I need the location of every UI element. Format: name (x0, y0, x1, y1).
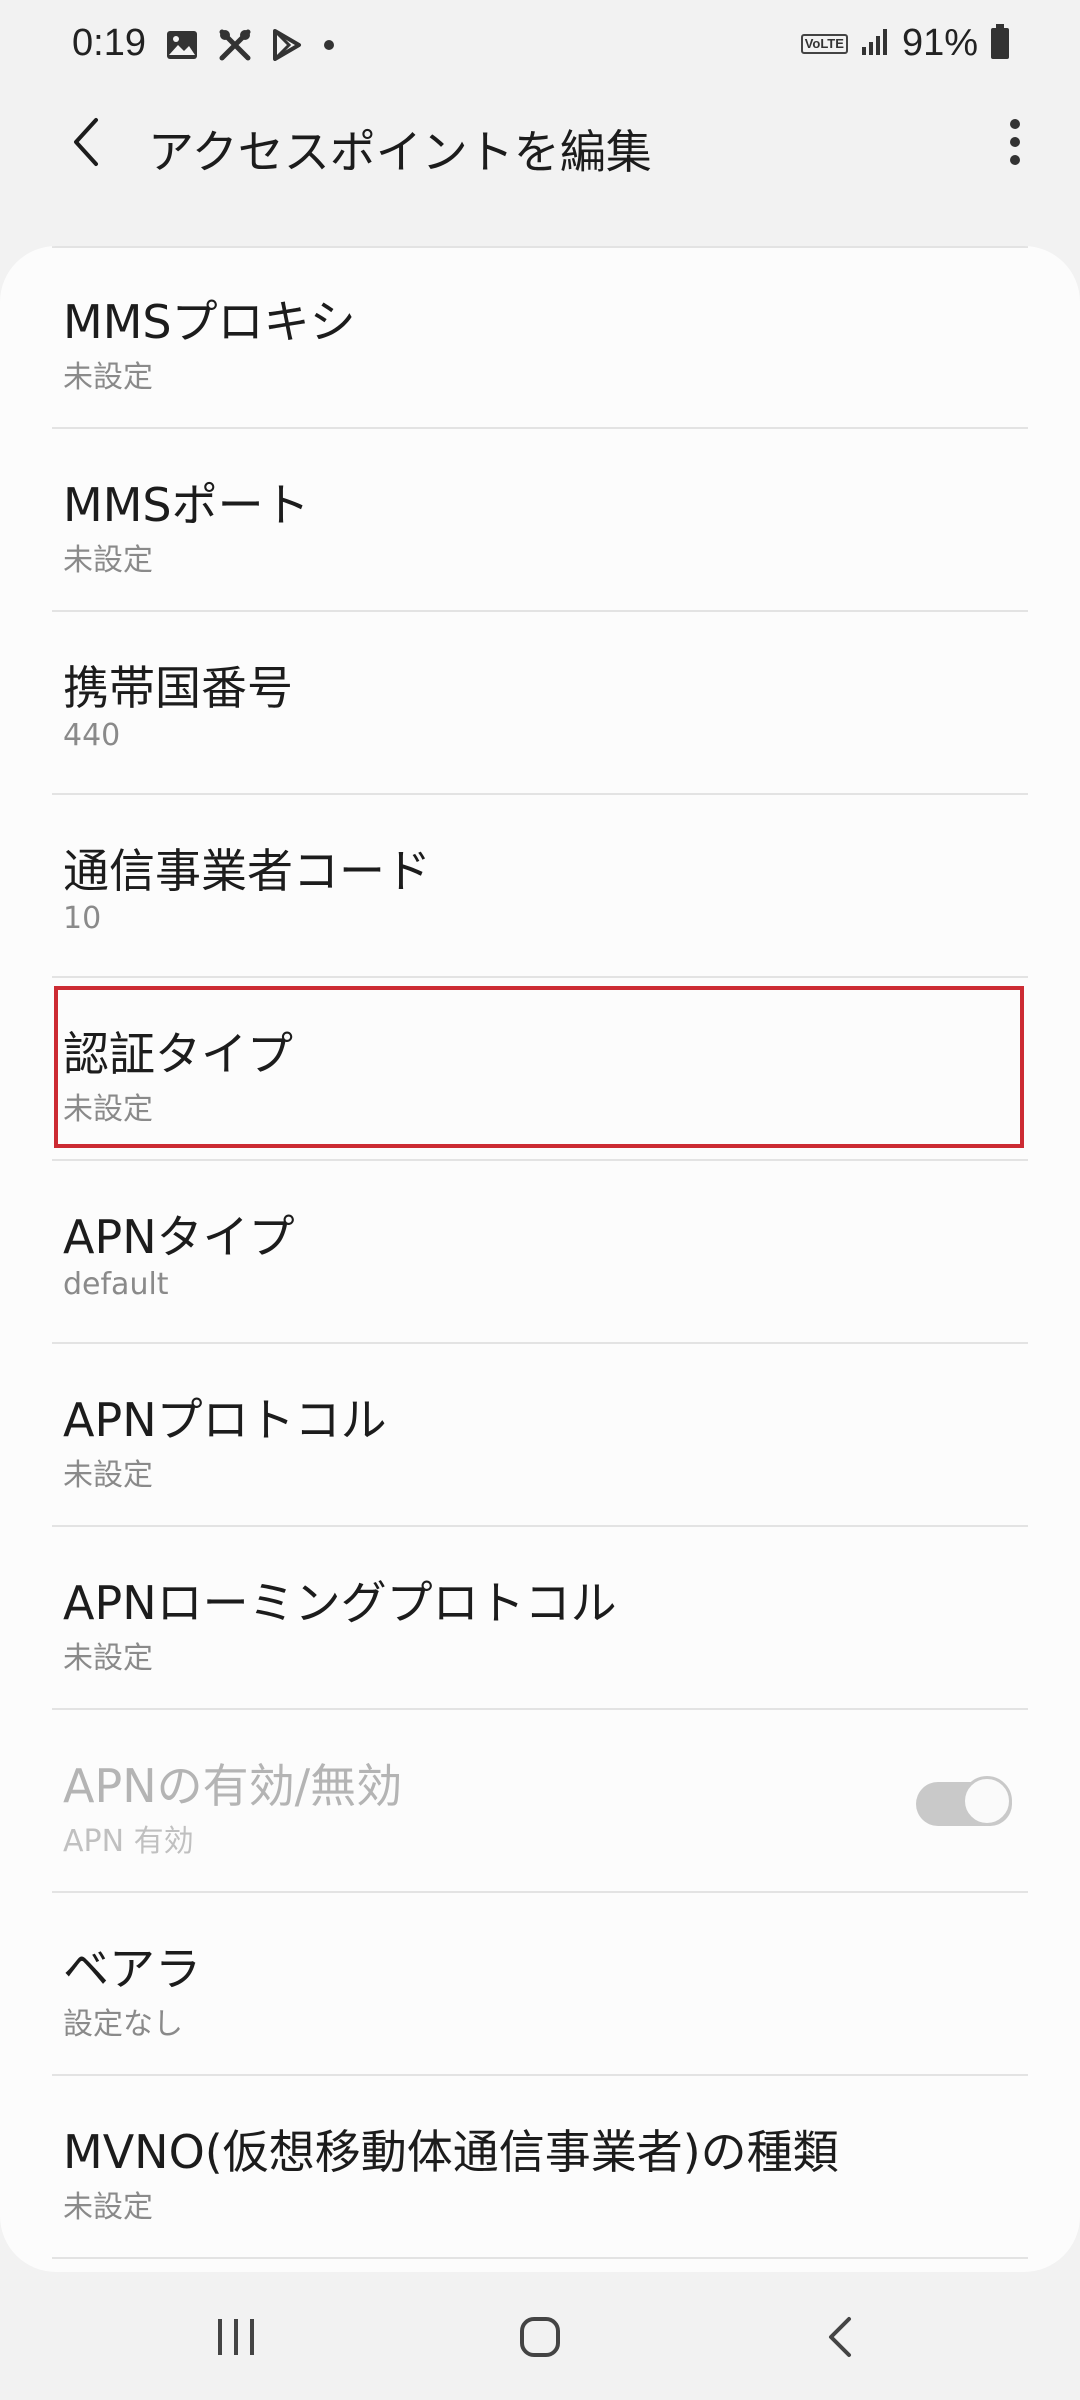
setting-title: APNタイプ (63, 1210, 295, 1264)
status-time: 0:19 (72, 22, 146, 64)
status-right: VoLTE 91% (800, 22, 1010, 65)
setting-title: 携帯国番号 (63, 661, 293, 715)
highlight-box (54, 986, 1024, 1148)
setting-value: 未設定 (63, 543, 153, 578)
navigation-bar (0, 2272, 1080, 2400)
volte-icon: VoLTE (800, 33, 848, 54)
setting-value: 未設定 (63, 360, 153, 395)
back-button[interactable] (56, 112, 116, 172)
setting-title: 通信事業者コード (63, 844, 431, 898)
more-vert-icon (1010, 119, 1020, 165)
setting-title: APNプロトコル (63, 1393, 387, 1447)
setting-value: 設定なし (63, 2007, 183, 2042)
notification-icons (166, 28, 336, 62)
apn-enable-toggle (916, 1776, 1012, 1830)
dot-icon (322, 38, 336, 52)
setting-title: APNの有効/無効 (63, 1759, 403, 1813)
setting-title: MMSプロキシ (63, 295, 356, 349)
nav-back-button[interactable] (800, 2302, 880, 2372)
setting-title: MVNO(仮想移動体通信事業者)の種類 (63, 2125, 839, 2179)
setting-value: 未設定 (63, 2190, 153, 2225)
setting-value: 未設定 (63, 1641, 153, 1676)
battery-percent: 91% (901, 22, 978, 64)
setting-title: MMSポート (63, 478, 310, 532)
page-title: アクセスポイントを編集 (148, 125, 652, 179)
setting-mms-port[interactable]: MMSポート 未設定 (52, 429, 1028, 612)
setting-title: ベアラ (63, 1942, 201, 1996)
back-icon (829, 2317, 851, 2357)
setting-mms-proxy[interactable]: MMSプロキシ 未設定 (52, 246, 1028, 429)
setting-bearer[interactable]: ベアラ 設定なし (52, 1893, 1028, 2076)
setting-title: APNローミングプロトコル (63, 1576, 617, 1630)
setting-apn-protocol[interactable]: APNプロトコル 未設定 (52, 1344, 1028, 1527)
setting-value: 440 (63, 718, 121, 753)
setting-apn-enable: APNの有効/無効 APN 有効 (52, 1710, 1028, 1893)
setting-value: 未設定 (63, 1458, 153, 1493)
home-button[interactable] (500, 2302, 580, 2372)
signal-icon (860, 27, 890, 61)
home-icon (520, 2317, 560, 2357)
setting-apn-roaming-protocol[interactable]: APNローミングプロトコル 未設定 (52, 1527, 1028, 1710)
toggle-knob (962, 1776, 1012, 1826)
setting-value: default (63, 1267, 169, 1302)
more-options-button[interactable] (990, 112, 1040, 172)
play-store-icon (272, 29, 302, 61)
setting-mvno-type[interactable]: MVNO(仮想移動体通信事業者)の種類 未設定 (52, 2076, 1028, 2259)
setting-mcc[interactable]: 携帯国番号 440 (52, 612, 1028, 795)
setting-value: APN 有効 (63, 1824, 194, 1859)
app-bar: アクセスポイントを編集 (0, 92, 1080, 212)
tools-icon (218, 28, 252, 62)
recents-icon (218, 2319, 254, 2355)
divider (52, 2257, 1028, 2259)
gallery-icon (166, 30, 198, 60)
battery-icon (990, 23, 1010, 64)
setting-value: 10 (63, 901, 102, 936)
setting-apn-type[interactable]: APNタイプ default (52, 1161, 1028, 1344)
status-bar: 0:19 VoLTE 91% (0, 0, 1080, 92)
setting-mnc[interactable]: 通信事業者コード 10 (52, 795, 1028, 978)
recents-button[interactable] (196, 2302, 276, 2372)
chevron-left-icon (74, 118, 98, 166)
settings-list: MMSプロキシ 未設定 MMSポート 未設定 携帯国番号 440 通信事業者コー… (0, 246, 1080, 2272)
